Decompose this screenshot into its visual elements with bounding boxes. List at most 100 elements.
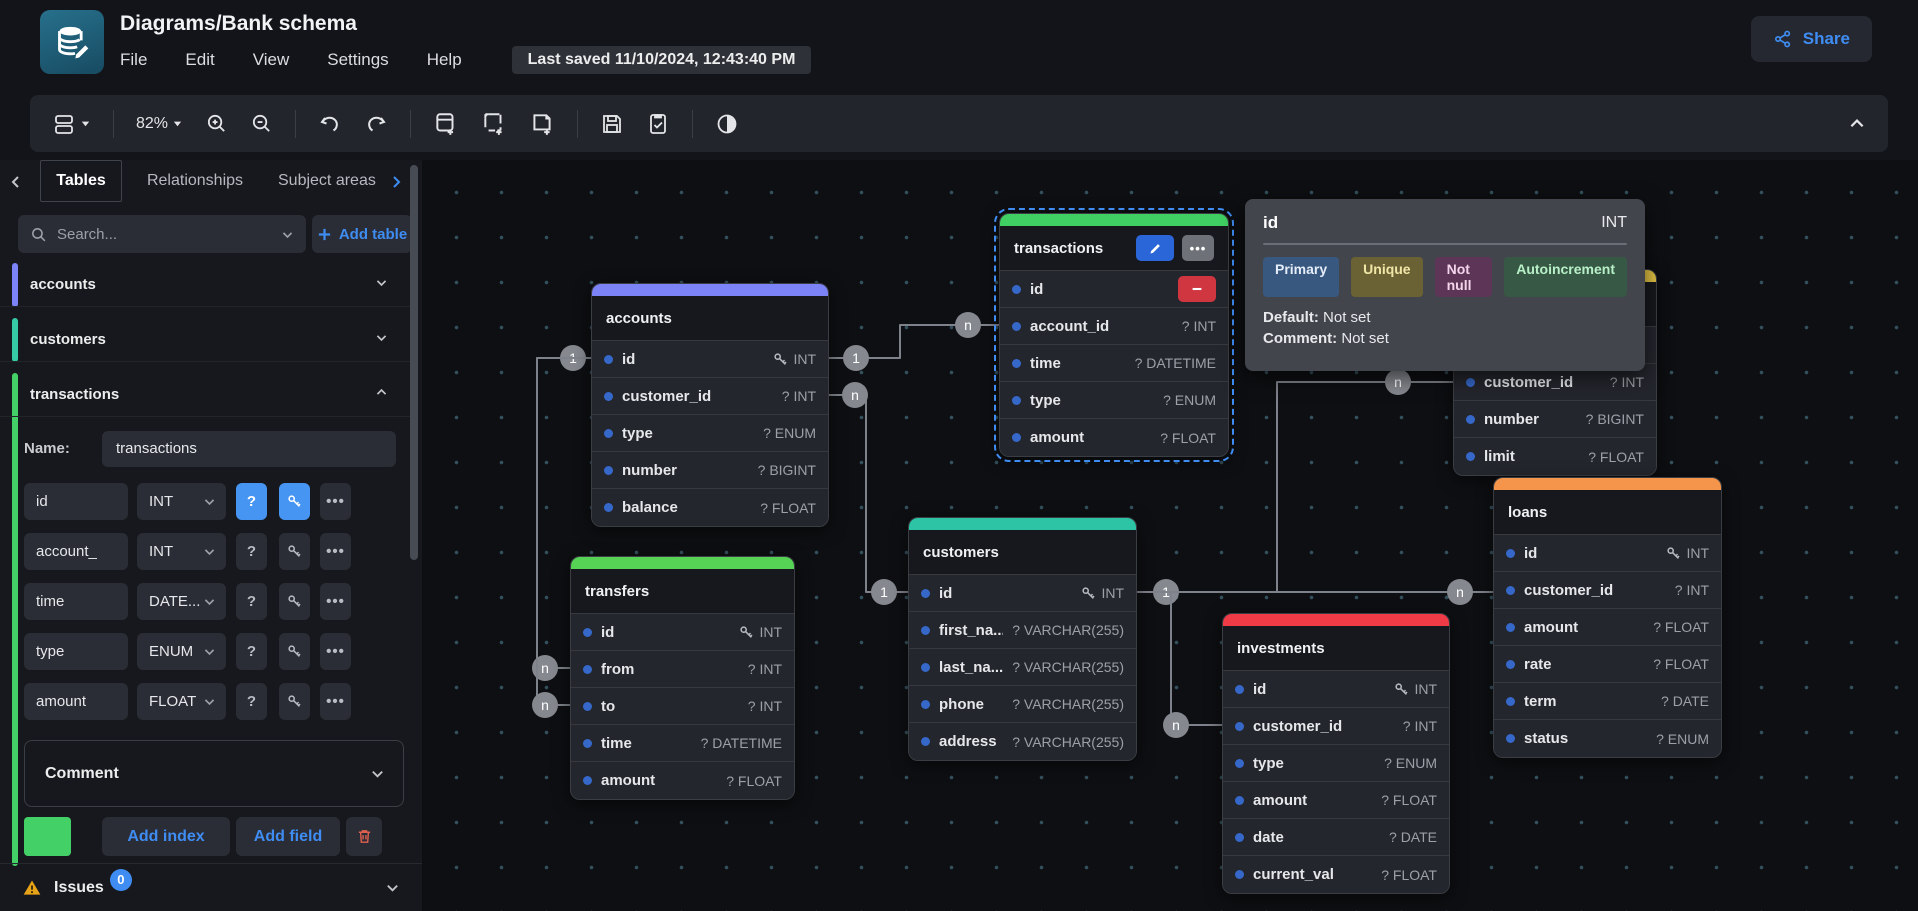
add-area-button[interactable] [481,111,507,137]
menu-file[interactable]: File [120,50,147,70]
table-field-row[interactable]: time? DATETIME [1000,345,1228,382]
zoom-level-dropdown[interactable]: 82% [136,115,183,133]
field-primary-toggle[interactable] [279,683,310,720]
menu-settings[interactable]: Settings [327,50,388,70]
field-type-dropdown[interactable]: ENUM [137,633,226,670]
field-primary-toggle[interactable] [279,533,310,570]
table-field-row[interactable]: id [1000,271,1228,308]
table-field-row[interactable]: limit? FLOAT [1454,438,1656,475]
diagram-canvas[interactable]: n1n1nn11nnn accounts id INT customer_id?… [422,160,1918,911]
table-field-row[interactable]: id INT [592,341,828,378]
table-field-row[interactable]: type? ENUM [1000,382,1228,419]
diagram-table-investments[interactable]: investments id INT customer_id? INT type… [1222,613,1450,894]
table-field-row[interactable]: account_id? INT [1000,308,1228,345]
table-field-row[interactable]: current_val? FLOAT [1223,856,1449,893]
tabs-scroll-right-button[interactable] [388,172,404,192]
table-field-row[interactable]: date? DATE [1223,819,1449,856]
sidebar-scrollbar[interactable] [410,165,418,560]
relationship-line[interactable] [1137,592,1222,725]
field-primary-toggle[interactable] [279,583,310,620]
field-nullable-toggle[interactable]: ? [236,633,267,670]
field-type-dropdown[interactable]: DATE... [137,583,226,620]
issues-bar[interactable]: Issues 0 [0,863,422,911]
table-field-row[interactable]: id INT [1494,535,1721,572]
app-logo-icon[interactable] [40,10,104,74]
table-field-row[interactable]: address? VARCHAR(255) [909,723,1136,760]
table-field-row[interactable]: term? DATE [1494,683,1721,720]
table-field-row[interactable]: time? DATETIME [571,725,794,762]
layout-picker-button[interactable] [52,112,91,136]
search-input[interactable] [57,226,271,243]
field-nullable-toggle[interactable]: ? [236,683,267,720]
tab-relationships[interactable]: Relationships [140,160,250,202]
table-name-input[interactable] [102,431,396,467]
diagram-table-transfers[interactable]: transfers id INT from? INT to? INT time?… [570,556,795,800]
table-more-button[interactable]: ••• [1182,235,1214,261]
table-field-row[interactable]: type? ENUM [592,415,828,452]
field-type-dropdown[interactable]: INT [137,483,226,520]
chevron-down-icon[interactable] [385,880,400,895]
undo-button[interactable] [318,112,342,136]
edit-table-button[interactable] [1136,235,1174,261]
search-box[interactable] [18,215,306,253]
todo-list-button[interactable] [646,112,670,136]
theme-contrast-button[interactable] [715,112,739,136]
comment-collapse[interactable]: Comment [24,740,404,807]
table-field-row[interactable]: amount? FLOAT [571,762,794,799]
field-primary-toggle[interactable] [279,483,310,520]
sidebar-table-accounts[interactable]: accounts [0,263,410,307]
field-nullable-toggle[interactable]: ? [236,583,267,620]
table-color-swatch[interactable] [24,817,71,856]
table-field-row[interactable]: from? INT [571,651,794,688]
tab-tables[interactable]: Tables [40,160,122,202]
field-more-button[interactable]: ••• [320,633,351,670]
table-field-row[interactable]: customer_id? INT [1223,708,1449,745]
field-name-input[interactable]: type [24,633,128,670]
field-type-dropdown[interactable]: INT [137,533,226,570]
sidebar-table-customers[interactable]: customers [0,318,410,362]
collapse-toolbar-button[interactable] [1848,115,1866,133]
table-field-row[interactable]: last_na...? VARCHAR(255) [909,649,1136,686]
field-type-dropdown[interactable]: FLOAT [137,683,226,720]
add-index-button[interactable]: Add index [102,817,230,856]
table-field-row[interactable]: amount? FLOAT [1223,782,1449,819]
table-field-row[interactable]: to? INT [571,688,794,725]
field-name-input[interactable]: time [24,583,128,620]
delete-field-button[interactable] [1178,276,1216,302]
field-name-input[interactable]: account_ [24,533,128,570]
zoom-in-button[interactable] [205,112,228,135]
diagram-table-transactions[interactable]: transactions ••• id account_id? INT time… [999,213,1229,457]
diagram-table-loans[interactable]: loans id INT customer_id? INT amount? FL… [1493,477,1722,758]
share-button[interactable]: Share [1751,16,1872,62]
menu-view[interactable]: View [253,50,290,70]
tab-subject-areas[interactable]: Subject areas [278,160,378,202]
zoom-out-button[interactable] [250,112,273,135]
table-field-row[interactable]: balance? FLOAT [592,489,828,526]
table-field-row[interactable]: customer_id? INT [1494,572,1721,609]
save-button[interactable] [600,112,624,136]
menu-edit[interactable]: Edit [185,50,214,70]
table-field-row[interactable]: amount? FLOAT [1000,419,1228,456]
table-field-row[interactable]: amount? FLOAT [1494,609,1721,646]
table-field-row[interactable]: customer_id? INT [592,378,828,415]
field-primary-toggle[interactable] [279,633,310,670]
relationship-line[interactable] [829,395,908,592]
add-table-button[interactable]: Add table [312,215,412,253]
field-more-button[interactable]: ••• [320,483,351,520]
delete-table-button[interactable] [346,817,382,856]
field-name-input[interactable]: id [24,483,128,520]
field-more-button[interactable]: ••• [320,533,351,570]
redo-button[interactable] [364,112,388,136]
diagram-table-customers[interactable]: customers id INT first_na...? VARCHAR(25… [908,517,1137,761]
add-field-button[interactable]: Add field [236,817,340,856]
table-field-row[interactable]: number? BIGINT [1454,401,1656,438]
table-field-row[interactable]: rate? FLOAT [1494,646,1721,683]
field-name-input[interactable]: amount [24,683,128,720]
table-field-row[interactable]: type? ENUM [1223,745,1449,782]
field-more-button[interactable]: ••• [320,683,351,720]
menu-help[interactable]: Help [427,50,462,70]
add-note-button[interactable] [529,111,555,137]
table-field-row[interactable]: id INT [1223,671,1449,708]
sidebar-table-transactions[interactable]: transactions [0,373,410,417]
table-field-row[interactable]: status? ENUM [1494,720,1721,757]
